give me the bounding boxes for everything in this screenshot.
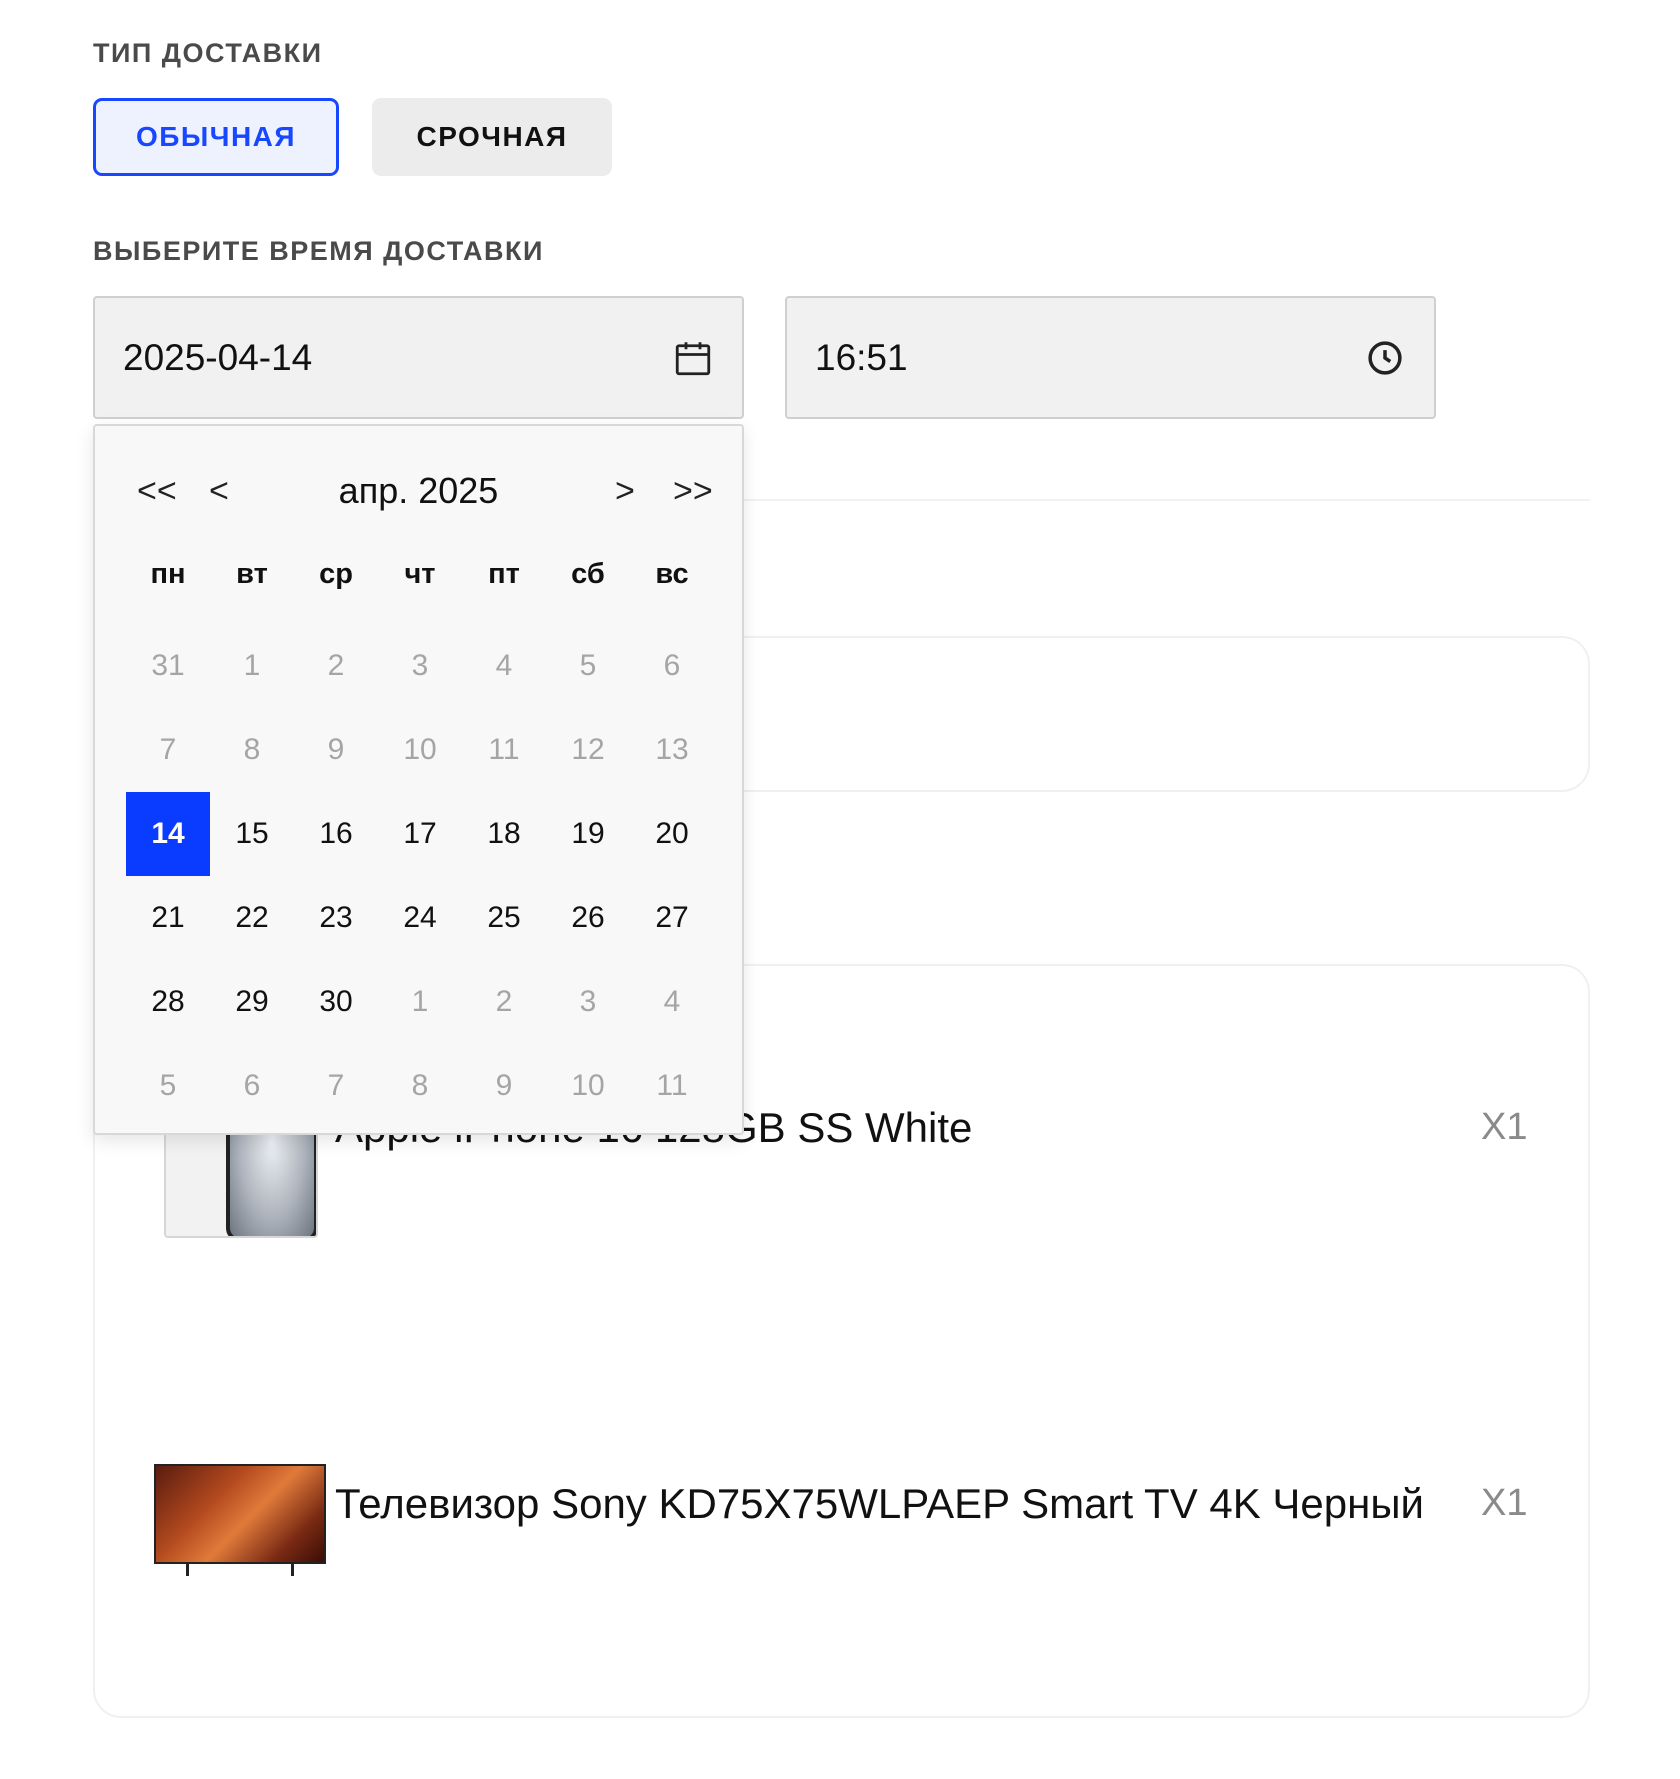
- weekday-label: пн: [150, 558, 186, 590]
- calendar-day[interactable]: 6: [630, 624, 714, 708]
- delivery-type-label: ТИП ДОСТАВКИ: [93, 38, 323, 68]
- calendar-day[interactable]: 19: [546, 792, 630, 876]
- calendar-day[interactable]: 6: [210, 1044, 294, 1128]
- calendar-day[interactable]: 2: [462, 960, 546, 1044]
- calendar-day[interactable]: 13: [630, 708, 714, 792]
- calendar-day[interactable]: 5: [126, 1044, 210, 1128]
- section-divider: [744, 499, 1590, 501]
- date-input[interactable]: 2025-04-14: [93, 296, 744, 419]
- calendar-day[interactable]: 8: [210, 708, 294, 792]
- express-delivery-button[interactable]: СРОЧНАЯ: [372, 98, 612, 176]
- calendar-day[interactable]: 20: [630, 792, 714, 876]
- address-card: [660, 636, 1590, 792]
- calendar-day[interactable]: 22: [210, 876, 294, 960]
- calendar-day[interactable]: 8: [378, 1044, 462, 1128]
- calendar-day[interactable]: 3: [546, 960, 630, 1044]
- calendar-day[interactable]: 31: [126, 624, 210, 708]
- calendar-day[interactable]: 21: [126, 876, 210, 960]
- item-quantity: X1: [1481, 1106, 1528, 1148]
- calendar-day[interactable]: 18: [462, 792, 546, 876]
- tv-image: [154, 1464, 326, 1576]
- calendar-day[interactable]: 1: [210, 624, 294, 708]
- calendar-icon[interactable]: [672, 337, 714, 379]
- weekday-label: ср: [319, 558, 353, 590]
- calendar-day[interactable]: 9: [462, 1044, 546, 1128]
- weekday-label: чт: [404, 558, 436, 590]
- next-month-button[interactable]: >: [615, 472, 635, 511]
- standard-delivery-button[interactable]: ОБЫЧНАЯ: [93, 98, 339, 176]
- date-value: 2025-04-14: [123, 336, 313, 378]
- calendar-day[interactable]: 10: [378, 708, 462, 792]
- calendar-day[interactable]: 24: [378, 876, 462, 960]
- calendar-day[interactable]: 12: [546, 708, 630, 792]
- calendar-day-selected[interactable]: 14: [126, 792, 210, 876]
- calendar-day[interactable]: 23: [294, 876, 378, 960]
- calendar-day[interactable]: 25: [462, 876, 546, 960]
- next-year-button[interactable]: >>: [673, 472, 713, 511]
- calendar-day[interactable]: 3: [378, 624, 462, 708]
- weekday-label: вт: [236, 558, 268, 590]
- calendar-day[interactable]: 11: [462, 708, 546, 792]
- calendar-day[interactable]: 2: [294, 624, 378, 708]
- weekday-label: вс: [655, 558, 689, 590]
- weekday-label: сб: [571, 558, 605, 590]
- calendar-day[interactable]: 16: [294, 792, 378, 876]
- calendar-day[interactable]: 4: [630, 960, 714, 1044]
- item-quantity: X1: [1481, 1482, 1528, 1524]
- weekday-label: пт: [488, 558, 520, 590]
- item-title: Телевизор Sony KD75X75WLPAEP Smart TV 4K…: [335, 1480, 1424, 1527]
- date-picker-popup: << < апр. 2025 > >> пн вт ср чт пт сб вс 31 1 2 3 4…: [93, 424, 744, 1135]
- calendar-day[interactable]: 11: [630, 1044, 714, 1128]
- calendar-day[interactable]: 10: [546, 1044, 630, 1128]
- calendar-day[interactable]: 9: [294, 708, 378, 792]
- calendar-day[interactable]: 17: [378, 792, 462, 876]
- delivery-time-label: ВЫБЕРИТЕ ВРЕМЯ ДОСТАВКИ: [93, 236, 544, 266]
- calendar-day[interactable]: 26: [546, 876, 630, 960]
- calendar-day[interactable]: 7: [126, 708, 210, 792]
- time-input[interactable]: 16:51: [785, 296, 1436, 419]
- calendar-month-year[interactable]: апр. 2025: [95, 470, 742, 512]
- time-value: 16:51: [815, 336, 908, 378]
- calendar-day[interactable]: 29: [210, 960, 294, 1044]
- calendar-day[interactable]: 1: [378, 960, 462, 1044]
- clock-icon[interactable]: [1364, 337, 1406, 379]
- calendar-day[interactable]: 27: [630, 876, 714, 960]
- calendar-day[interactable]: 7: [294, 1044, 378, 1128]
- calendar-day[interactable]: 4: [462, 624, 546, 708]
- calendar-day[interactable]: 30: [294, 960, 378, 1044]
- calendar-day[interactable]: 5: [546, 624, 630, 708]
- calendar-day[interactable]: 15: [210, 792, 294, 876]
- calendar-day[interactable]: 28: [126, 960, 210, 1044]
